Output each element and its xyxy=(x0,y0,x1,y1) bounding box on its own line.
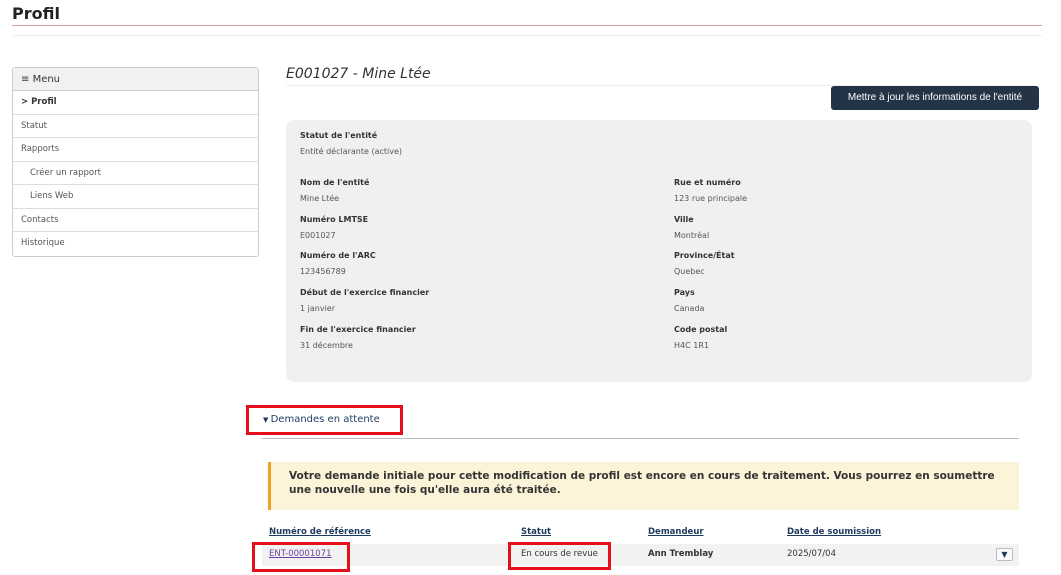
pending-requests-toggle[interactable]: ▼ Demandes en attente xyxy=(246,405,403,435)
date-cell: 2025/07/04 xyxy=(787,549,836,559)
field-label: Statut de l'entité xyxy=(300,131,378,140)
chevron-down-icon: ▼ xyxy=(1001,550,1008,559)
field-label: Rue et numéro xyxy=(674,178,741,187)
field-label: Pays xyxy=(674,288,695,297)
field-value: 31 décembre xyxy=(300,341,353,350)
field-value: Montréal xyxy=(674,231,710,240)
reference-link[interactable]: ENT-00001071 xyxy=(269,549,331,559)
sidebar-item-rapports[interactable]: Rapports xyxy=(13,138,258,162)
title-divider xyxy=(12,25,1042,26)
update-entity-button[interactable]: Mettre à jour les informations de l'enti… xyxy=(831,86,1039,110)
sidebar-item-profil[interactable]: > Profil xyxy=(13,91,258,115)
field-label: Début de l'exercice financier xyxy=(300,288,430,297)
field-label: Numéro LMTSE xyxy=(300,215,369,224)
field-label: Code postal xyxy=(674,325,728,334)
sidebar-item-historique[interactable]: Historique xyxy=(13,232,258,256)
sidebar-item-contacts[interactable]: Contacts xyxy=(13,209,258,232)
expand-row-button[interactable]: ▼ xyxy=(996,548,1013,561)
field-label: Fin de l'exercice financier xyxy=(300,325,416,334)
column-header-date[interactable]: Date de soumission xyxy=(787,527,881,537)
pending-requests-label: Demandes en attente xyxy=(270,414,380,425)
field-value: Entité déclarante (active) xyxy=(300,147,403,156)
sidebar-item-creer-rapport[interactable]: Créer un rapport xyxy=(13,162,258,185)
caret-down-icon: ▼ xyxy=(263,416,271,424)
field-value: 1 janvier xyxy=(300,304,335,313)
warning-alert: Votre demande initiale pour cette modifi… xyxy=(268,462,1019,510)
menu-header-label: Menu xyxy=(32,74,61,85)
field-label: Province/État xyxy=(674,251,735,260)
field-label: Numéro de l'ARC xyxy=(300,251,376,260)
status-cell: En cours de revue xyxy=(521,549,598,559)
field-value: 123 rue principale xyxy=(674,194,748,203)
field-value: H4C 1R1 xyxy=(674,341,709,350)
field-value: Canada xyxy=(674,304,705,313)
field-label: Nom de l'entité xyxy=(300,178,370,187)
menu-header[interactable]: ≡ Menu xyxy=(13,68,258,91)
sidebar-menu: ≡ Menu > Profil Statut Rapports Créer un… xyxy=(12,67,259,257)
hamburger-icon: ≡ xyxy=(21,74,33,85)
field-value: Mine Ltée xyxy=(300,194,340,203)
column-header-status[interactable]: Statut xyxy=(521,527,551,537)
entity-title: E001027 - Mine Ltée xyxy=(286,66,431,82)
field-value: Quebec xyxy=(674,267,705,276)
field-label: Ville xyxy=(674,215,694,224)
page-title: Profil xyxy=(12,4,60,23)
column-header-reference[interactable]: Numéro de référence xyxy=(269,527,371,537)
field-value: E001027 xyxy=(300,231,336,240)
divider xyxy=(262,438,1019,439)
divider xyxy=(12,35,1042,36)
table-row xyxy=(262,544,1019,566)
entity-details-panel xyxy=(286,120,1032,382)
requester-cell: Ann Tremblay xyxy=(648,549,714,559)
field-value: 123456789 xyxy=(300,267,346,276)
column-header-requester[interactable]: Demandeur xyxy=(648,527,704,537)
sidebar-item-statut[interactable]: Statut xyxy=(13,115,258,138)
sidebar-item-liens-web[interactable]: Liens Web xyxy=(13,185,258,209)
